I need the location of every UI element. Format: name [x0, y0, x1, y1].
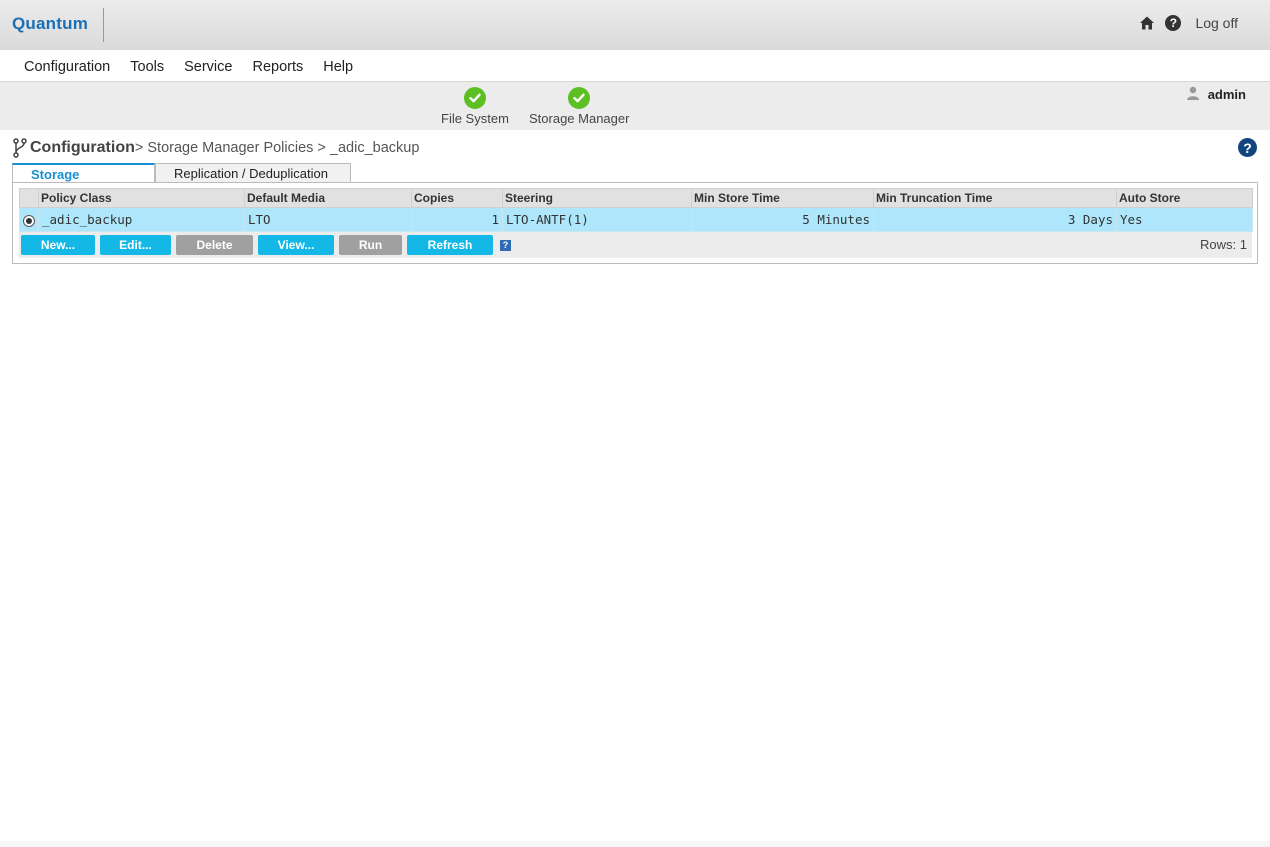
tab-replication-deduplication[interactable]: Replication / Deduplication: [155, 163, 351, 183]
tab-strip: Storage Manager Replication / Deduplicat…: [12, 163, 351, 197]
breadcrumb: Configuration > Storage Manager Policies…: [12, 138, 419, 158]
cell-policy-class: _adic_backup: [38, 207, 245, 232]
column-header[interactable]: Default Media: [244, 188, 412, 208]
toolbar-help-icon[interactable]: ?: [500, 239, 511, 251]
policy-panel: Policy Class Default Media Copies Steeri…: [12, 182, 1258, 264]
menu-configuration[interactable]: Configuration: [14, 50, 120, 75]
cell-steering: LTO-ANTF(1): [502, 207, 692, 232]
action-toolbar: New... Edit... Delete View... Run Refres…: [19, 232, 1252, 258]
check-icon: [463, 87, 486, 109]
column-header[interactable]: Copies: [411, 188, 503, 208]
status-bar: File System Storage Manager admin: [0, 82, 1270, 130]
new-button[interactable]: New...: [21, 235, 95, 255]
column-header[interactable]: Steering: [502, 188, 692, 208]
home-icon[interactable]: [1139, 15, 1155, 31]
table-header-row: Policy Class Default Media Copies Steeri…: [19, 188, 1253, 208]
breadcrumb-path: > Storage Manager Policies > _adic_backu…: [134, 140, 420, 156]
menu-service[interactable]: Service: [174, 50, 242, 75]
status-label: File System: [441, 111, 509, 126]
column-header[interactable]: Min Truncation Time: [873, 188, 1117, 208]
column-header[interactable]: Min Store Time: [691, 188, 874, 208]
column-header[interactable]: Policy Class: [38, 188, 245, 208]
check-icon: [568, 87, 591, 109]
branch-icon: [12, 138, 28, 158]
edit-button[interactable]: Edit...: [100, 235, 171, 255]
logoff-link[interactable]: Log off: [1195, 15, 1238, 31]
cell-default-media: LTO: [244, 207, 412, 232]
top-header: Quantum ? Log off: [0, 0, 1270, 50]
cell-copies: 1: [411, 207, 503, 232]
row-radio[interactable]: [23, 215, 35, 227]
footer-strip: [0, 841, 1270, 847]
tab-storage-manager[interactable]: Storage Manager: [12, 163, 155, 197]
cell-min-store-time: 5 Minutes: [691, 207, 874, 232]
view-button[interactable]: View...: [258, 235, 334, 255]
user-name: admin: [1207, 87, 1246, 102]
user-icon: [1186, 86, 1200, 103]
help-icon[interactable]: ?: [1165, 15, 1182, 31]
column-header[interactable]: Auto Store: [1116, 188, 1253, 208]
menu-tools[interactable]: Tools: [120, 50, 174, 75]
run-button[interactable]: Run: [339, 235, 402, 255]
row-select[interactable]: [19, 207, 39, 232]
quantum-logo: Quantum: [12, 14, 89, 33]
menu-reports[interactable]: Reports: [242, 50, 313, 75]
policy-table: Policy Class Default Media Copies Steeri…: [19, 188, 1253, 232]
table-row[interactable]: _adic_backup LTO 1 LTO-ANTF(1) 5 Minutes…: [19, 207, 1253, 232]
page-help-icon[interactable]: ?: [1238, 138, 1257, 157]
status-label: Storage Manager: [529, 111, 630, 126]
refresh-button[interactable]: Refresh: [407, 235, 493, 255]
select-column-header: [19, 188, 39, 208]
row-count: Rows: 1: [1200, 237, 1247, 252]
logo-divider: [103, 8, 104, 42]
header-actions: ? Log off: [1139, 15, 1238, 31]
cell-min-truncation-time: 3 Days: [873, 207, 1117, 232]
menu-help[interactable]: Help: [313, 50, 363, 75]
cell-auto-store: Yes: [1116, 207, 1253, 232]
breadcrumb-root[interactable]: Configuration: [30, 139, 135, 157]
delete-button[interactable]: Delete: [176, 235, 253, 255]
status-storage-manager[interactable]: Storage Manager: [529, 87, 629, 126]
user-menu[interactable]: admin: [1186, 86, 1246, 103]
status-file-system[interactable]: File System: [441, 87, 509, 126]
main-menu: Configuration Tools Service Reports Help: [0, 50, 1270, 82]
